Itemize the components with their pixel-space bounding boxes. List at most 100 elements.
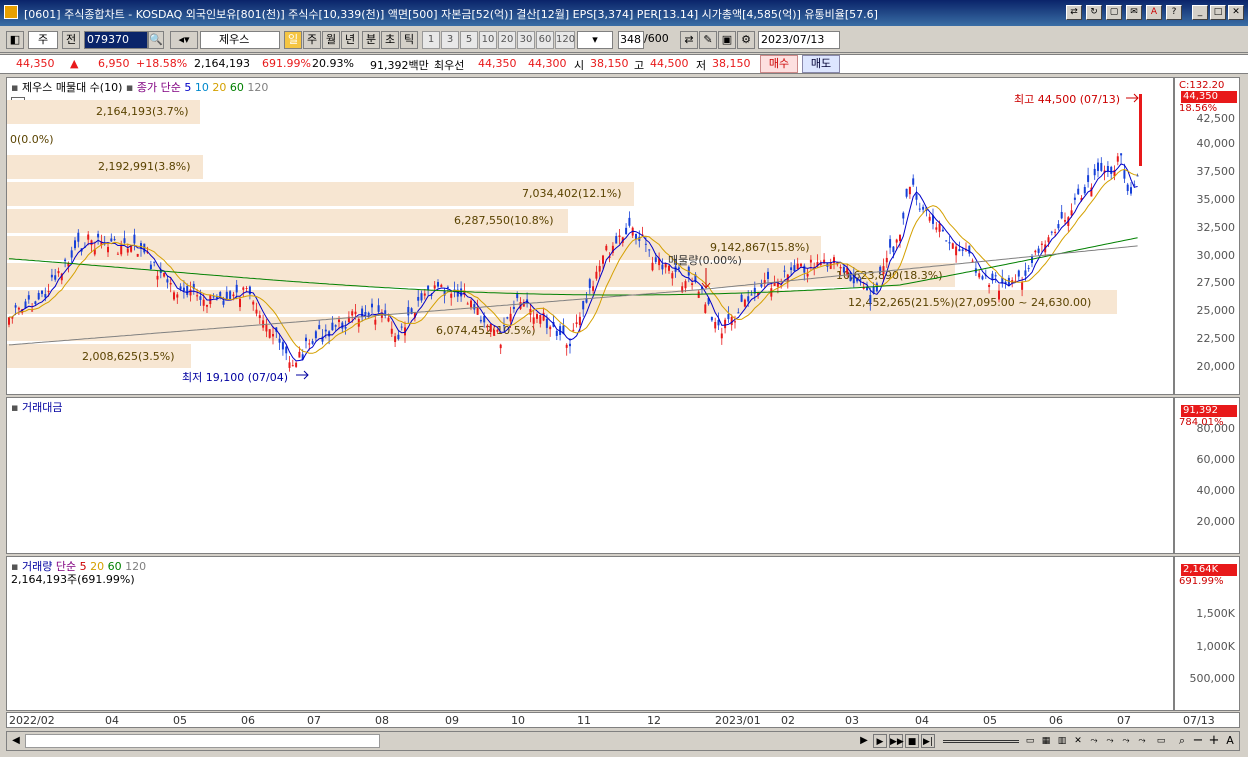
grid-tool-icon[interactable]: ▦ — [1039, 734, 1053, 748]
scroll-left-icon[interactable]: ◀ — [9, 734, 23, 748]
candle-body — [592, 286, 595, 291]
candle-body — [308, 343, 311, 345]
arrow-tool-icon[interactable]: ⤳ — [1135, 734, 1149, 748]
candle-body — [420, 293, 423, 301]
low-arrow-icon — [296, 370, 309, 380]
candle-body — [691, 283, 694, 286]
candle-body — [958, 249, 961, 252]
candle-body — [948, 242, 951, 244]
candle-body — [120, 245, 123, 255]
high-arrow-icon — [1126, 93, 1139, 103]
candle-body — [262, 320, 265, 328]
candle-body — [182, 287, 185, 291]
zoom-slider[interactable] — [943, 740, 1019, 743]
amount-axis: 91,392 784.01% 80,000 60,000 40,000 20,0… — [1174, 397, 1240, 554]
candle-body — [163, 272, 166, 277]
draw-tool-icon[interactable]: ▥ — [1055, 734, 1069, 748]
candle-body — [935, 227, 938, 230]
candle-body — [783, 270, 786, 272]
last-price-tag: 44,350 — [1181, 91, 1237, 103]
y-tick: 25,000 — [1196, 304, 1236, 317]
scroll-thumb[interactable] — [25, 734, 380, 748]
candle-body — [545, 318, 548, 328]
candle-body — [252, 301, 255, 305]
play-icon[interactable]: ▶ — [873, 734, 887, 748]
trend-tool-icon[interactable]: ⤳ — [1087, 734, 1101, 748]
candle-body — [598, 266, 601, 272]
candle-body — [945, 240, 948, 242]
candle-body — [74, 240, 76, 249]
candle-body — [671, 273, 674, 279]
candle-body — [565, 344, 568, 348]
candle-body — [486, 325, 489, 327]
fast-forward-icon[interactable]: ▶▶ — [889, 734, 904, 748]
candle-body — [311, 341, 314, 344]
candle-body — [842, 266, 845, 273]
candle-body — [196, 295, 199, 297]
c-label: C:132.20 — [1179, 80, 1225, 91]
candle-body — [796, 263, 799, 269]
candle-body — [1021, 282, 1024, 290]
candle-body — [57, 271, 60, 274]
candle-body — [532, 317, 535, 324]
candle-body — [344, 326, 347, 329]
candle-body — [734, 321, 736, 323]
candle-body — [918, 208, 921, 210]
fib-tool-icon[interactable]: ✕ — [1071, 734, 1085, 748]
candle-body — [27, 295, 30, 300]
candle-body — [539, 314, 542, 324]
chart-scrollbar[interactable]: ◀ ▶ ▶ ▶▶ ■ ▶| ▭ ▦ ▥ ✕ ⤳ ⤳ ⤳ ⤳ ▭ ⌕ − + A — [6, 731, 1240, 751]
candle-body — [390, 328, 393, 334]
candle-body — [595, 271, 598, 279]
candle-body — [994, 275, 997, 277]
font-size-icon[interactable]: A — [1223, 734, 1237, 748]
candle-body — [717, 319, 720, 326]
amount-panel[interactable]: ▪ 거래대금 — [6, 397, 1174, 554]
candle-body — [1017, 270, 1020, 277]
candle-body — [173, 292, 175, 300]
ray-tool-icon[interactable]: ⤳ — [1103, 734, 1117, 748]
candle-body — [397, 334, 400, 340]
candle-body — [710, 316, 713, 321]
x-label: 10 — [511, 714, 525, 727]
candle-body — [77, 232, 80, 242]
x-label: 12 — [647, 714, 661, 727]
candle-body — [1130, 187, 1132, 194]
candle-body — [229, 291, 232, 299]
candle-body — [806, 273, 809, 277]
zoom-icon[interactable]: ⌕ — [1175, 734, 1189, 748]
candle-body — [186, 285, 189, 295]
zoom-in-icon[interactable]: + — [1207, 734, 1221, 748]
candle-body — [206, 304, 208, 307]
x-label: 04 — [915, 714, 929, 727]
y-tick: 40,000 — [1196, 484, 1236, 497]
candle-body — [542, 312, 545, 321]
y-tick: 30,000 — [1196, 249, 1236, 262]
scroll-right-icon[interactable]: ▶ — [857, 734, 871, 748]
candle-body — [225, 291, 228, 299]
next-icon[interactable]: ▶| — [921, 734, 935, 748]
candle-body — [1047, 237, 1050, 243]
volume-panel[interactable]: ▪ 거래량 단순 5 20 60 120 2,164,193주(691.99%) — [6, 556, 1174, 711]
volume-value-line: 2,164,193주(691.99%) — [11, 573, 135, 586]
candle-body — [97, 233, 100, 238]
x-label: 2022/02 — [9, 714, 55, 727]
candle-body — [605, 245, 608, 251]
x-label: 06 — [241, 714, 255, 727]
candle-body — [17, 307, 20, 310]
candle-body — [153, 261, 156, 263]
candle-body — [740, 294, 743, 302]
zoom-out-icon[interactable]: − — [1191, 734, 1205, 748]
candle-body — [1126, 184, 1129, 192]
channel-tool-icon[interactable]: ⤳ — [1119, 734, 1133, 748]
candle-body — [971, 260, 974, 262]
candle-body — [1100, 162, 1103, 171]
candle-body — [1027, 267, 1030, 269]
stop-icon[interactable]: ■ — [905, 734, 919, 748]
candle-body — [951, 243, 954, 249]
candle-body — [882, 266, 885, 274]
box-tool-icon[interactable]: ▭ — [1151, 734, 1171, 748]
candle-body — [407, 306, 410, 316]
x-label: 07 — [1117, 714, 1131, 727]
line-tool-icon[interactable]: ▭ — [1023, 734, 1037, 748]
